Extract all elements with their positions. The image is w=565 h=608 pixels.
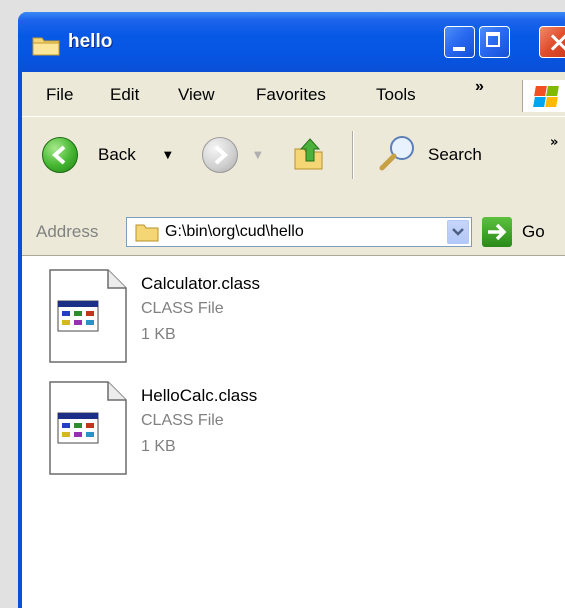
file-size: 1 KB: [141, 326, 176, 343]
explorer-window: hello File Edit View Favorites Tools » B…: [18, 12, 565, 608]
back-dropdown-arrow-icon[interactable]: ▼: [164, 150, 172, 161]
file-name[interactable]: HelloCalc.class: [141, 386, 257, 406]
file-type: CLASS File: [141, 412, 224, 429]
search-icon[interactable]: [378, 133, 418, 173]
forward-arrow-icon: [214, 145, 229, 165]
toolbar-overflow-chevron-icon[interactable]: »: [550, 135, 558, 150]
standard-toolbar: Back ▼ ▼ Search »: [22, 117, 565, 210]
folder-icon: [135, 224, 159, 242]
file-size: 1 KB: [141, 438, 176, 455]
menu-tools[interactable]: Tools: [376, 85, 416, 105]
folder-up-icon[interactable]: [292, 135, 328, 173]
menu-favorites[interactable]: Favorites: [256, 85, 326, 105]
file-view[interactable]: Calculator.class CLASS File 1 KB HelloCa…: [22, 256, 565, 608]
file-name[interactable]: Calculator.class: [141, 274, 260, 294]
class-file-icon: [49, 269, 127, 363]
address-path: G:\bin\org\cud\hello: [165, 223, 304, 240]
list-item[interactable]: HelloCalc.class CLASS File 1 KB: [46, 378, 526, 478]
address-bar: Address G:\bin\org\cud\hello Go: [22, 209, 565, 256]
list-item[interactable]: Calculator.class CLASS File 1 KB: [46, 266, 526, 366]
forward-dropdown-arrow-icon[interactable]: ▼: [254, 150, 262, 161]
back-button[interactable]: [42, 137, 78, 173]
minimize-button[interactable]: [444, 26, 475, 58]
class-file-icon: [49, 381, 127, 475]
title-bar[interactable]: hello: [18, 12, 565, 72]
address-dropdown-button[interactable]: [447, 220, 469, 244]
go-arrow-icon: [488, 223, 507, 241]
go-button[interactable]: [482, 217, 512, 247]
menu-edit[interactable]: Edit: [110, 85, 139, 105]
menu-bar: File Edit View Favorites Tools »: [22, 72, 565, 117]
toolbar-separator: [352, 131, 354, 179]
chevron-down-icon: [452, 228, 464, 236]
window-title: hello: [68, 31, 113, 52]
file-type: CLASS File: [141, 300, 224, 317]
address-input[interactable]: G:\bin\org\cud\hello: [126, 217, 472, 247]
back-arrow-icon: [51, 145, 66, 165]
menu-view[interactable]: View: [178, 85, 215, 105]
forward-button[interactable]: [202, 137, 238, 173]
back-label[interactable]: Back: [98, 145, 136, 165]
windows-logo-icon: [522, 80, 565, 112]
address-label: Address: [36, 222, 99, 241]
close-button[interactable]: [539, 26, 565, 58]
search-label[interactable]: Search: [428, 145, 482, 165]
folder-icon: [32, 37, 60, 56]
menu-overflow-chevron-icon[interactable]: »: [475, 78, 484, 96]
menu-file[interactable]: File: [46, 85, 73, 105]
maximize-button[interactable]: [479, 26, 510, 58]
go-label[interactable]: Go: [522, 222, 545, 242]
